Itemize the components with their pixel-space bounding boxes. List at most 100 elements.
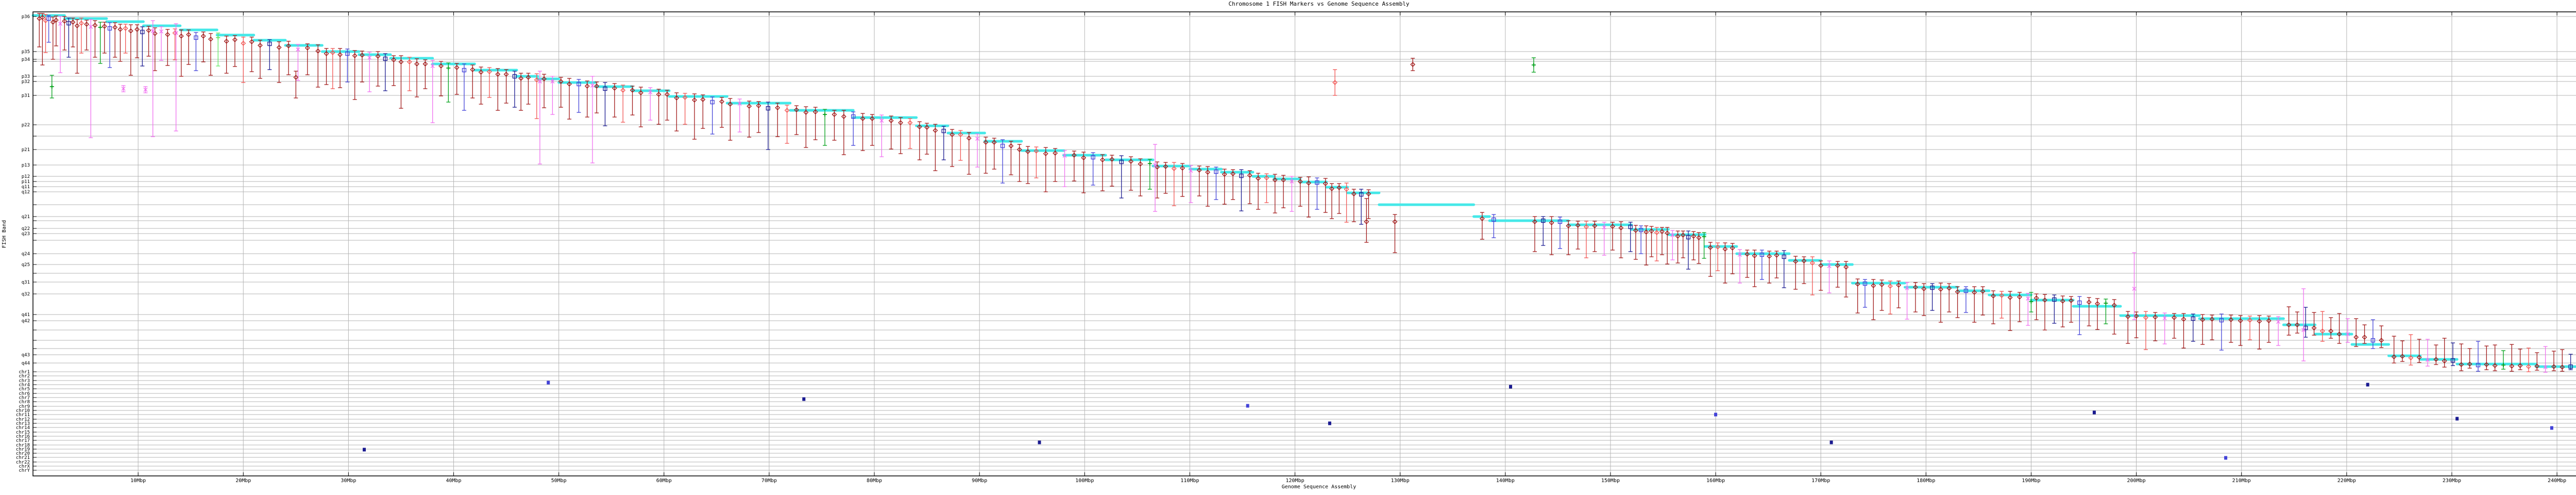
fish-marker-bar <box>1644 226 1648 265</box>
y-tick-label: q25 <box>22 262 30 268</box>
x-tick-label: 80Mbp <box>867 478 882 484</box>
fish-marker-bar <box>1844 261 1848 297</box>
tick-labels: 10Mbp20Mbp30Mbp40Mbp50Mbp60Mbp70Mbp80Mbp… <box>16 14 2566 484</box>
fish-marker-bar <box>1629 222 1633 252</box>
x-tick-label: 90Mbp <box>972 478 987 484</box>
fish-marker-bar <box>975 134 979 167</box>
outlier-marker <box>1715 413 1717 416</box>
fish-marker-bar <box>861 113 865 151</box>
fish-marker-bar <box>71 18 75 47</box>
fish-marker-bar <box>1665 227 1669 264</box>
fish-marker-bar <box>2087 298 2091 326</box>
fish-marker-bar <box>2134 312 2139 338</box>
fish-marker-bar <box>2181 314 2185 348</box>
x-tick-label: 100Mbp <box>1075 478 1094 484</box>
fish-marker-bar <box>775 103 779 137</box>
fish-marker-bar <box>1337 184 1341 213</box>
fish-marker-bar <box>462 64 466 110</box>
y-tick-label: q32 <box>22 292 30 297</box>
fish-marker-bar <box>392 56 396 86</box>
fish-marker-bar <box>1189 166 1193 203</box>
fish-marker-bar <box>1197 166 1201 196</box>
fish-marker-bar <box>209 34 213 75</box>
fish-marker-bar <box>942 126 946 160</box>
fish-marker-bar <box>1307 177 1311 217</box>
fish-marker-bar <box>613 84 617 117</box>
fish-marker-bar <box>1138 159 1142 196</box>
fish-marker-bar <box>1148 159 1152 189</box>
fish-marker-bar <box>1810 257 1815 295</box>
fish-marker-bar <box>585 81 589 117</box>
fish-marker-bar <box>103 22 107 53</box>
fish-marker-bar <box>2239 316 2243 345</box>
plot-area: 10Mbp20Mbp30Mbp40Mbp50Mbp60Mbp70Mbp80Mbp… <box>0 0 2576 495</box>
fish-marker-bar <box>487 68 492 97</box>
fish-marker-bar <box>2069 296 2073 322</box>
y-tick-label: p22 <box>22 123 30 128</box>
fish-marker-bar <box>674 93 679 131</box>
x-tick-label: 220Mbp <box>2337 478 2356 484</box>
fish-marker-bar <box>233 36 237 67</box>
y-tick-label: q21 <box>22 214 30 220</box>
x-tick-label: 160Mbp <box>1706 478 1725 484</box>
x-tick-label: 20Mbp <box>235 478 251 484</box>
fish-marker-bar <box>1359 189 1363 224</box>
fish-marker-bar <box>1248 171 1252 204</box>
outlier-marker <box>2456 417 2459 420</box>
fish-marker-bar <box>621 85 625 122</box>
fish-marker-bar <box>225 36 229 73</box>
outlier-marker <box>2550 426 2553 430</box>
y-tick-label: q11 <box>22 185 30 190</box>
fish-marker-bar <box>683 93 687 124</box>
fish-marker-bar <box>135 25 139 58</box>
fish-marker-bar <box>1330 184 1334 219</box>
fish-marker-bar <box>2459 344 2463 371</box>
fish-marker-bar <box>37 13 41 47</box>
fish-marker-bar <box>296 44 300 80</box>
fish-marker-bar <box>2200 315 2205 344</box>
fish-marker-bar <box>2172 314 2176 338</box>
fish-marker-bar <box>2126 311 2130 343</box>
fish-marker-bar <box>814 107 818 140</box>
fish-marker-bar <box>542 74 546 108</box>
fish-marker-bar <box>325 48 329 85</box>
fish-marker-bar <box>2451 343 2455 366</box>
fish-marker-bar <box>1913 283 1918 312</box>
fish-marker-bar <box>1366 190 1370 219</box>
fish-marker-bar <box>62 16 66 50</box>
fish-marker-bar <box>559 77 563 107</box>
fish-marker-bar <box>984 137 988 173</box>
fish-marker-bar <box>1231 170 1235 200</box>
fish-marker-bar <box>2400 341 2404 361</box>
fish-marker-bar <box>165 29 170 65</box>
fish-marker-bar <box>992 138 996 169</box>
fish-marker-bar <box>2248 316 2252 340</box>
fish-marker-bar <box>1753 250 1757 287</box>
fish-marker-bar <box>899 118 903 154</box>
y-tick-label: p12 <box>22 174 30 179</box>
y-tick-label: p34 <box>22 57 30 62</box>
fish-marker-bar <box>1180 163 1184 196</box>
fish-marker-bar <box>2018 292 2022 322</box>
outlier-marker <box>1246 404 1249 407</box>
x-tick-label: 70Mbp <box>761 478 777 484</box>
y-tick-label: p13 <box>22 163 30 168</box>
fish-marker-bar <box>1532 58 1536 72</box>
outlier-marker <box>1038 441 1041 444</box>
fish-marker-bar <box>1264 174 1268 203</box>
fish-marker-bar <box>2476 341 2480 371</box>
fish-marker-bar <box>519 73 523 110</box>
fish-marker-bar <box>143 87 147 93</box>
fish-marker-bar <box>316 45 320 87</box>
x-tick-label: 200Mbp <box>2127 478 2146 484</box>
x-tick-label: 170Mbp <box>1811 478 1830 484</box>
fish-marker-bar <box>1767 251 1771 283</box>
fish-marker-bar <box>267 40 272 70</box>
fish-marker-bar <box>1660 227 1664 255</box>
fish-marker-bar <box>423 60 427 89</box>
fish-marker-bar <box>701 95 705 128</box>
fish-marker-bar <box>1172 162 1176 206</box>
y-tick-label: q12 <box>22 190 30 195</box>
fish-marker-bar <box>2144 311 2148 350</box>
fish-marker-bar <box>1697 233 1701 263</box>
